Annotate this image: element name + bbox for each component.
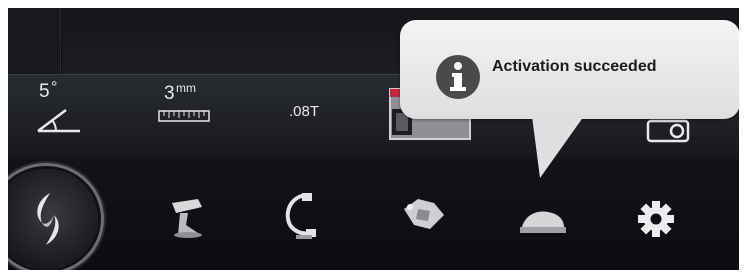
head-coil-icon — [520, 211, 566, 233]
nav-collimator[interactable] — [396, 193, 452, 237]
nav-head-coil[interactable] — [516, 203, 572, 237]
angle-icon — [37, 109, 80, 133]
top-left-panel — [8, 8, 61, 74]
nav-c-arm[interactable] — [276, 191, 326, 241]
nav-patient-table[interactable] — [164, 195, 214, 241]
field-control[interactable]: .08T — [286, 81, 356, 141]
thickness-unit: mm — [176, 81, 196, 95]
home-button[interactable] — [8, 169, 98, 269]
patient-table-icon — [172, 199, 202, 238]
thickness-value: 3 — [164, 83, 175, 104]
angle-value: 5 — [39, 81, 50, 102]
camera-control[interactable] — [644, 117, 694, 145]
ruler-icon — [158, 110, 210, 122]
angle-control[interactable]: 5 ° — [30, 79, 100, 141]
camera-icon — [646, 119, 690, 143]
thickness-control[interactable]: 3 mm — [156, 81, 236, 141]
collimator-icon — [404, 199, 444, 229]
field-value: .08T — [289, 103, 320, 120]
navigation-bar — [8, 159, 739, 270]
logo-home-icon — [37, 193, 59, 245]
angle-unit: ° — [51, 79, 58, 96]
nav-settings[interactable] — [636, 199, 676, 239]
gear-icon — [638, 201, 674, 237]
app-frame: 5 ° 3 mm .08T Activation succeeded — [8, 8, 739, 270]
c-arm-icon — [285, 193, 316, 239]
notification-message: Activation succeeded — [492, 58, 657, 75]
info-icon — [436, 55, 480, 99]
notification-pointer — [532, 116, 584, 178]
